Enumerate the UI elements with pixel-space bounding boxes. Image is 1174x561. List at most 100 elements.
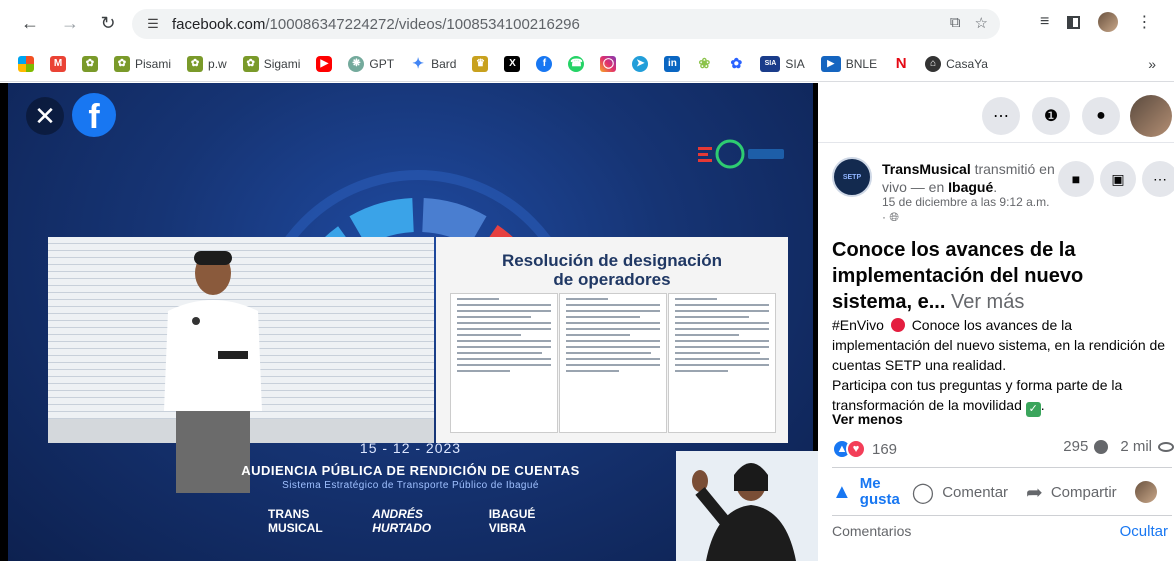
comment-count[interactable]: 295 xyxy=(1063,438,1088,455)
netflix-icon: N xyxy=(895,55,907,72)
bookmark-bee[interactable]: ✿ xyxy=(82,55,98,72)
comment-icon: ◯ xyxy=(911,481,935,504)
bookmark-facebook[interactable]: f xyxy=(536,55,553,72)
address-bar[interactable]: ☰ facebook.com/100086347224272/videos/10… xyxy=(132,9,1000,39)
feather-icon: ✿ xyxy=(730,55,743,71)
bookmark-label: p.w xyxy=(208,56,227,71)
bookmark-leaf[interactable]: ❀ xyxy=(696,55,712,72)
see-more-link[interactable]: Ver más xyxy=(951,291,1024,313)
like-button[interactable]: ▲ Me gusta xyxy=(832,475,900,508)
presentation-slide: Resolución de designación de operadores xyxy=(436,237,788,443)
leaf-icon: ❀ xyxy=(698,55,711,71)
bookmark-star-icon[interactable]: ☆ xyxy=(975,14,988,32)
chatgpt-icon: ❋ xyxy=(348,55,365,72)
ibague-logo: IBAGUÉ VIBRA xyxy=(488,507,536,535)
document-thumbnail xyxy=(668,293,776,433)
reload-icon[interactable]: ↻ xyxy=(94,9,122,37)
post-panel: ⋯ ❶ ● SETP TransMusical transmitió en vi… xyxy=(818,83,1174,561)
bookmark-linkedin[interactable]: in xyxy=(664,55,681,72)
bookmark-gmail[interactable]: M xyxy=(50,55,66,72)
sponsor-logos: TRANS MUSICAL ANDRÉS HURTADO IBAGUÉ VIBR… xyxy=(268,506,568,536)
url-path: /100086347224272/videos/1008534100216296 xyxy=(265,15,580,33)
like-label: Me gusta xyxy=(859,475,900,508)
place-link[interactable]: Ibagué xyxy=(948,179,993,195)
profile-avatar[interactable] xyxy=(1098,12,1119,32)
share-button[interactable]: ➦ Compartir xyxy=(1026,480,1117,505)
post-title: Conoce los avances de la implementación … xyxy=(832,237,1162,315)
bookmark-feather[interactable]: ✿ xyxy=(728,55,744,72)
gmail-icon: M xyxy=(50,55,66,72)
post-date-separator: · xyxy=(882,210,886,224)
document-thumbnail xyxy=(559,293,667,433)
more-options-icon[interactable]: ⋯ xyxy=(1142,161,1174,197)
hide-comments-link[interactable]: Ocultar xyxy=(1120,523,1168,540)
side-panel-icon[interactable] xyxy=(1067,15,1081,29)
post-header: TransMusical transmitió en vivo — en Iba… xyxy=(882,161,1055,195)
reaction-as-avatar[interactable] xyxy=(1134,481,1157,503)
bookmark-pw[interactable]: ✿ p.w xyxy=(187,55,227,72)
site-info-icon[interactable]: ☰ xyxy=(142,13,164,35)
live-red-dot-icon xyxy=(890,318,905,332)
globe-icon: 🌐︎ xyxy=(889,210,899,224)
browser-menu-icon[interactable]: ⋮ xyxy=(1136,12,1152,32)
windows-icon xyxy=(18,55,34,72)
facebook-logo-icon[interactable]: f xyxy=(72,93,116,137)
bookmark-x[interactable]: X xyxy=(504,55,521,72)
messenger-icon[interactable]: ❶ xyxy=(1032,97,1070,135)
love-reaction-icon: ♥ xyxy=(846,439,866,459)
menu-grid-icon[interactable]: ⋯ xyxy=(982,97,1020,135)
bookmark-gpt[interactable]: ❋ GPT xyxy=(348,55,394,72)
forward-arrow-icon[interactable]: → xyxy=(56,9,84,37)
reading-list-icon[interactable]: ≡ xyxy=(1040,13,1049,31)
install-app-icon[interactable]: ⧉ xyxy=(950,14,961,32)
reaction-count: 169 xyxy=(872,440,898,458)
account-avatar[interactable] xyxy=(1130,95,1172,137)
bookmark-label: Pisami xyxy=(135,56,172,71)
bookmark-netflix[interactable]: N xyxy=(893,55,909,72)
notifications-bell-icon[interactable]: ● xyxy=(1082,97,1120,135)
bookmark-casaya[interactable]: ⌂ CasaYa xyxy=(925,55,988,72)
bookmark-windows[interactable] xyxy=(18,55,34,72)
setp-logo xyxy=(698,139,784,169)
bookmark-sigami[interactable]: ✿ Sigami xyxy=(242,55,300,72)
sign-language-interpreter xyxy=(676,451,818,561)
youtube-icon: ▶ xyxy=(316,55,333,72)
x-icon: X xyxy=(504,55,521,72)
bookmark-seal[interactable]: ♛ xyxy=(472,55,489,72)
save-post-icon[interactable]: ▣ xyxy=(1100,161,1136,197)
bookmark-label: BNLE xyxy=(845,56,878,71)
back-arrow-icon[interactable]: ← xyxy=(16,9,44,37)
hashtag-link[interactable]: #EnVivo xyxy=(832,317,884,333)
view-count: 2 mil xyxy=(1120,438,1152,455)
bookmark-youtube[interactable]: ▶ xyxy=(316,55,333,72)
bookmark-pisami[interactable]: ✿ Pisami xyxy=(114,55,172,72)
bookmark-telegram[interactable]: ➤ xyxy=(632,55,649,72)
bookmark-bard[interactable]: ✦ Bard xyxy=(410,55,456,72)
bookmark-bnle[interactable]: ▶ BNLE xyxy=(820,55,878,72)
post-body-text-2: Participa con tus preguntas y forma part… xyxy=(832,377,1123,413)
post-body-end: . xyxy=(1040,397,1045,413)
bookmarks-overflow-button[interactable]: » xyxy=(1148,56,1156,72)
whatsapp-icon: ☎ xyxy=(568,55,585,72)
url-host: facebook.com xyxy=(172,15,266,33)
see-less-link[interactable]: Ver menos xyxy=(832,411,903,427)
comment-bubble-icon xyxy=(1094,439,1109,454)
comment-button[interactable]: ◯ Comentar xyxy=(912,480,1008,505)
bookmark-instagram[interactable]: ◯ xyxy=(600,55,617,72)
slide-title-line2: de operadores xyxy=(553,270,671,289)
seal-icon: ♛ xyxy=(472,55,489,72)
page-name-link[interactable]: TransMusical xyxy=(882,161,971,177)
bee-icon: ✿ xyxy=(82,55,98,72)
comment-label: Comentar xyxy=(942,483,1009,501)
bookmark-sia[interactable]: SIA SIA xyxy=(760,55,805,72)
video-player[interactable]: Resolución de designación de operadores … xyxy=(0,83,818,561)
post-date[interactable]: 15 de diciembre a las 9:12 a.m. · 🌐︎ xyxy=(882,195,1049,225)
bee-icon: ✿ xyxy=(187,55,204,72)
bookmark-label: SIA xyxy=(785,56,805,71)
document-thumbnail xyxy=(450,293,558,433)
bookmark-whatsapp[interactable]: ☎ xyxy=(568,55,585,72)
close-video-button[interactable]: ✕ xyxy=(26,97,64,135)
slide-title-line1: Resolución de designación xyxy=(501,251,723,270)
page-avatar[interactable]: SETP xyxy=(832,157,872,197)
follow-bell-icon[interactable]: ■ xyxy=(1058,161,1094,197)
